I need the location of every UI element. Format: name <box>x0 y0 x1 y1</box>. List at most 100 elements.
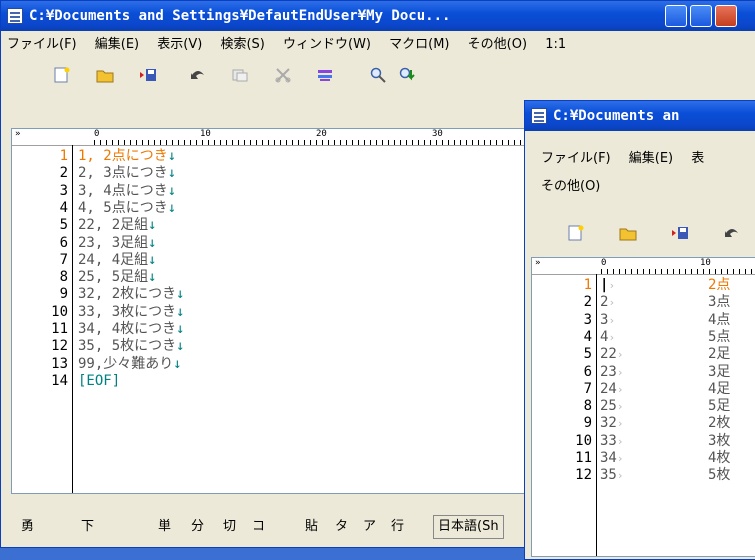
menu-edit[interactable]: 編集(E) <box>95 37 139 52</box>
maximize-button[interactable] <box>690 5 712 27</box>
text-line[interactable]: 12 35› 5枚 <box>532 467 755 484</box>
text-line[interactable]: 8 25, 5足組↓ <box>12 269 525 286</box>
search-down-icon[interactable] <box>399 67 417 83</box>
text-line[interactable]: 6 23› 3足 <box>532 364 755 381</box>
open-folder-icon[interactable] <box>96 67 114 83</box>
line-number: 12 <box>575 467 592 484</box>
tab-column-b: 3足 <box>708 363 731 380</box>
line-end-marker: ↓ <box>167 199 177 216</box>
text-line[interactable]: 13 99,少々難あり↓ <box>12 355 525 373</box>
line-text: 33, 3枚につき↓ <box>78 303 185 320</box>
new-file-icon[interactable] <box>567 225 585 241</box>
ruler-label: 20 <box>316 129 327 139</box>
text-line[interactable]: 2 2, 3点につき↓ <box>12 165 525 182</box>
column-ruler: » 0 10 <box>532 258 755 275</box>
tab-column-a: |› <box>600 277 615 294</box>
menu-search[interactable]: 検索(S) <box>220 37 264 52</box>
menu-other[interactable]: その他(O) <box>541 179 600 194</box>
tab-column-a: 35› <box>600 467 624 484</box>
text-line[interactable]: 11 34› 4枚 <box>532 450 755 467</box>
copy-icon[interactable] <box>231 67 249 83</box>
text-line[interactable]: 3 3, 4点につき↓ <box>12 182 525 200</box>
tab-column-b: 5点 <box>708 328 731 345</box>
open-folder-icon[interactable] <box>619 225 637 241</box>
text-line[interactable]: 4 4, 5点につき↓ <box>12 199 525 217</box>
menu-macro[interactable]: マクロ(M) <box>389 37 449 52</box>
line-number: 2 <box>583 294 592 311</box>
text-line[interactable]: 6 23, 3足組↓ <box>12 234 525 252</box>
status-field: 行 <box>391 519 405 534</box>
menu-view[interactable]: 表 <box>691 151 704 166</box>
tab-marker: › <box>616 365 624 379</box>
menu-other[interactable]: その他(O) <box>468 37 527 52</box>
text-line[interactable]: 9 32, 2枚につき↓ <box>12 286 525 303</box>
line-number: 9 <box>59 286 68 303</box>
tab-column-b: 2足 <box>708 346 731 363</box>
text-line[interactable]: 12 35, 5枚につき↓ <box>12 338 525 355</box>
undo-icon[interactable] <box>723 225 741 241</box>
new-file-icon[interactable] <box>53 67 71 83</box>
text-line[interactable]: 4 4› 5点 <box>532 329 755 346</box>
menu-file[interactable]: ファイル(F) <box>541 151 611 166</box>
ruler-label: 0 <box>94 129 100 139</box>
text-editor-area[interactable]: » 0 10 1 |› 2点 2 2› 3点 3 3› 4点 4 4› 5点 5 22› 2足 6 23› 3足 7… <box>531 257 755 557</box>
menu-view[interactable]: 表示(V) <box>157 37 202 52</box>
text-line[interactable]: 3 3› 4点 <box>532 312 755 329</box>
line-text: 24, 4足組↓ <box>78 251 157 268</box>
paste-icon[interactable] <box>316 67 334 83</box>
text-line[interactable]: 1 1, 2点につき↓ <box>12 148 525 165</box>
line-text: [EOF] <box>78 372 121 389</box>
line-number: 10 <box>575 432 592 449</box>
cut-icon[interactable] <box>274 67 292 83</box>
line-number: 7 <box>583 380 592 397</box>
ruler-ticks <box>94 140 524 145</box>
tab-column-a: 25› <box>600 398 624 415</box>
status-field: 貼 <box>305 519 319 534</box>
undo-icon[interactable] <box>189 67 207 83</box>
menu-file[interactable]: ファイル(F) <box>7 37 77 52</box>
ruler-label: 10 <box>700 258 711 268</box>
text-line[interactable]: 1 |› 2点 <box>532 277 755 294</box>
status-field: コ <box>252 519 266 534</box>
line-end-marker: ↓ <box>176 321 185 337</box>
tab-marker: › <box>616 400 624 414</box>
line-end-marker: ↓ <box>173 355 182 372</box>
line-end-marker: ↓ <box>148 269 157 286</box>
text-line[interactable]: 7 24› 4足 <box>532 381 755 398</box>
tab-column-b: 2枚 <box>708 415 731 432</box>
tab-column-b: 5枚 <box>708 467 731 484</box>
close-button[interactable] <box>715 5 737 27</box>
line-number: 4 <box>583 328 592 345</box>
line-text: 32, 2枚につき↓ <box>78 286 185 303</box>
text-line[interactable]: 7 24, 4足組↓ <box>12 251 525 269</box>
line-number: 6 <box>59 234 68 251</box>
text-editor-area[interactable]: » 0 10 20 30 1 1, 2点につき↓ 2 2, 3点につき↓ 3 3, 4点に… <box>11 128 526 494</box>
notepad-icon[interactable] <box>531 108 547 124</box>
tab-column-b: 4枚 <box>708 450 731 466</box>
menu-window[interactable]: ウィンドウ(W) <box>283 37 371 52</box>
text-line[interactable]: 10 33› 3枚 <box>532 433 755 450</box>
search-icon[interactable] <box>369 67 387 83</box>
tab-marker: › <box>616 434 624 448</box>
text-line[interactable]: 5 22› 2足 <box>532 346 755 363</box>
notepad-icon[interactable] <box>7 8 23 24</box>
minimize-button[interactable] <box>665 5 687 27</box>
text-line[interactable]: 14 [EOF] <box>12 372 525 390</box>
text-line[interactable]: 2 2› 3点 <box>532 294 755 311</box>
title-bar[interactable]: C:¥Documents an <box>525 101 755 131</box>
line-end-marker: ↓ <box>167 182 177 199</box>
text-line[interactable]: 9 32› 2枚 <box>532 415 755 432</box>
text-line[interactable]: 10 33, 3枚につき↓ <box>12 303 525 321</box>
menu-edit[interactable]: 編集(E) <box>629 151 673 166</box>
title-bar[interactable]: C:¥Documents and Settings¥DefautEndUser¥… <box>1 1 755 31</box>
line-text: 23, 3足組↓ <box>78 234 157 251</box>
tab-column-b: 3点 <box>708 294 731 311</box>
save-icon[interactable] <box>671 225 689 241</box>
text-line[interactable]: 11 34, 4枚につき↓ <box>12 321 525 338</box>
text-line[interactable]: 8 25› 5足 <box>532 398 755 415</box>
editor-window-secondary[interactable]: C:¥Documents an ファイル(F) 編集(E) 表 その他(O) »… <box>524 100 755 560</box>
tab-column-a: 22› <box>600 346 624 363</box>
text-line[interactable]: 5 22, 2足組↓ <box>12 217 525 234</box>
tab-marker: › <box>616 382 624 396</box>
save-icon[interactable] <box>139 67 157 83</box>
